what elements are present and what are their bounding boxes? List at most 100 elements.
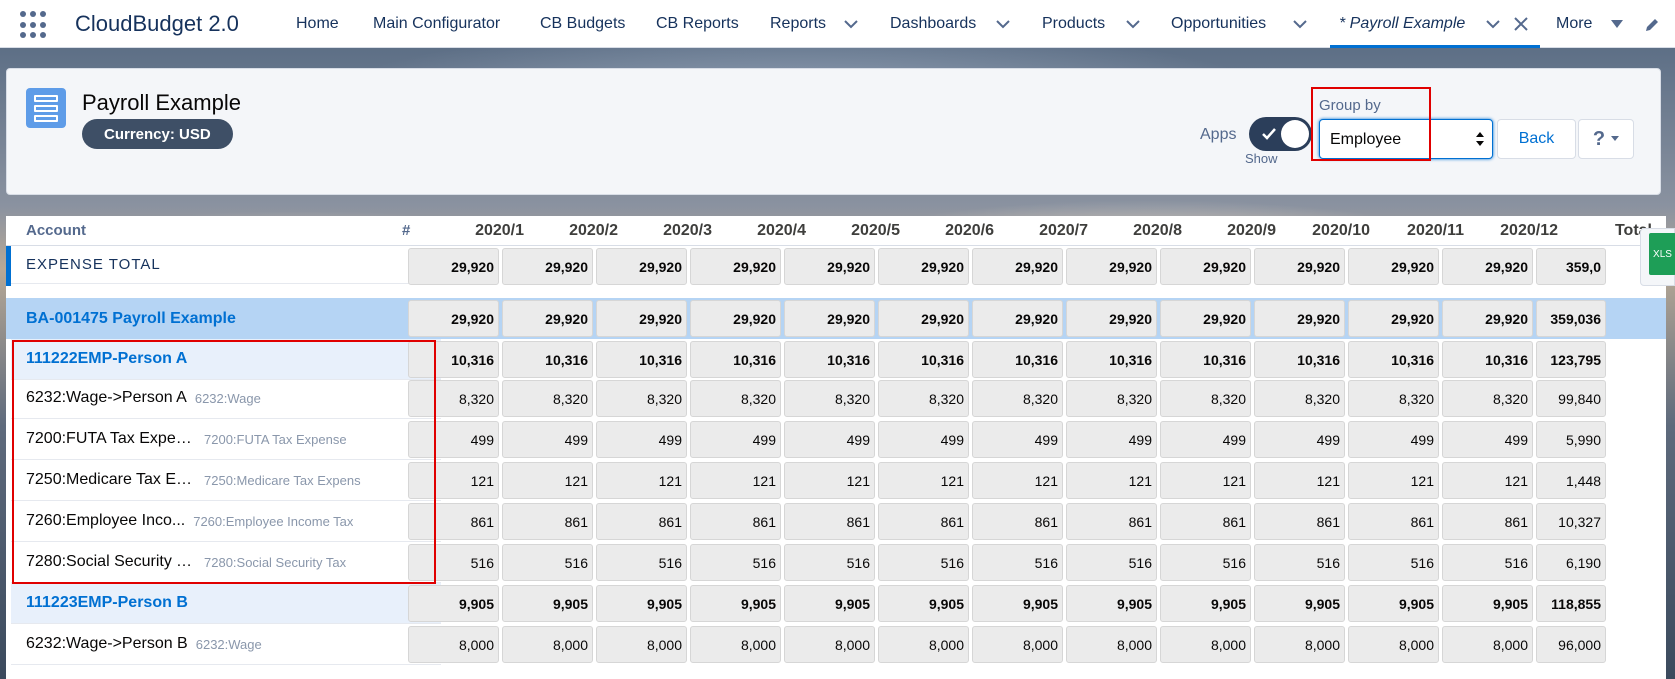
grid-row[interactable]: 7280:Social Security T... 7280:Social Sec…	[6, 542, 1666, 583]
value-cell[interactable]: 9,905	[1066, 585, 1157, 622]
value-cell[interactable]: 8,000	[1254, 626, 1345, 663]
total-cell[interactable]: 123,795	[1536, 341, 1606, 378]
value-cell[interactable]: 10,316	[878, 341, 969, 378]
value-cell[interactable]: 10,316	[1442, 341, 1533, 378]
grid-row[interactable]: EXPENSE TOTAL 29,920 29,920 29,920 29,920 29,…	[6, 246, 1666, 285]
value-cell[interactable]: 8,000	[972, 626, 1063, 663]
value-cell[interactable]: 861	[878, 503, 969, 540]
more-dropdown-icon[interactable]	[1611, 18, 1623, 30]
value-cell[interactable]: 861	[408, 503, 499, 540]
value-cell[interactable]: 8,320	[1160, 380, 1251, 417]
grid-row[interactable]: BA-001475 Payroll Example1.129,92029,920…	[6, 298, 1666, 339]
nav-opportunities[interactable]: Opportunities	[1171, 15, 1266, 33]
value-cell[interactable]: 861	[972, 503, 1063, 540]
chevron-down-icon[interactable]	[1483, 14, 1503, 34]
value-cell[interactable]: 499	[1254, 421, 1345, 458]
value-cell[interactable]: 10,316	[1348, 341, 1439, 378]
back-button[interactable]: Back	[1497, 119, 1576, 159]
value-cell[interactable]: 9,905	[596, 585, 687, 622]
value-cell[interactable]: 121	[502, 462, 593, 499]
app-launcher-icon[interactable]	[20, 11, 48, 39]
grid-row[interactable]: 7250:Medicare Tax Ex... 7250:Medicare Tax…	[6, 460, 1666, 501]
value-cell[interactable]: 29,920	[502, 248, 593, 285]
value-cell[interactable]: 8,000	[596, 626, 687, 663]
value-cell[interactable]: 10,316	[784, 341, 875, 378]
nav-cb-reports[interactable]: CB Reports	[656, 15, 739, 33]
value-cell[interactable]: 8,000	[1442, 626, 1533, 663]
value-cell[interactable]: 499	[502, 421, 593, 458]
value-cell[interactable]: 9,905	[1442, 585, 1533, 622]
value-cell[interactable]: 8,000	[878, 626, 969, 663]
help-button[interactable]: ?	[1578, 119, 1634, 159]
value-cell[interactable]: 29,920	[1066, 300, 1157, 337]
value-cell[interactable]: 29,920	[878, 300, 969, 337]
value-cell[interactable]: 10,316	[972, 341, 1063, 378]
value-cell[interactable]: 9,905	[972, 585, 1063, 622]
value-cell[interactable]: 516	[1066, 544, 1157, 581]
value-cell[interactable]: 29,920	[784, 300, 875, 337]
value-cell[interactable]: 29,920	[502, 300, 593, 337]
value-cell[interactable]: 29,920	[1066, 248, 1157, 285]
account-cell[interactable]: 111223EMP-Person B	[11, 583, 441, 624]
value-cell[interactable]: 8,000	[1066, 626, 1157, 663]
value-cell[interactable]: 8,320	[784, 380, 875, 417]
value-cell[interactable]: 10,316	[408, 341, 499, 378]
grid-row[interactable]: 7260:Employee Inco... 7260:Employee Incom…	[6, 501, 1666, 542]
value-cell[interactable]: 516	[408, 544, 499, 581]
total-cell[interactable]: 359,0	[1536, 248, 1606, 285]
value-cell[interactable]: 10,316	[690, 341, 781, 378]
chevron-down-icon[interactable]	[1123, 14, 1143, 34]
value-cell[interactable]: 8,000	[1348, 626, 1439, 663]
total-cell[interactable]: 359,036	[1536, 300, 1606, 337]
nav-products[interactable]: Products	[1042, 15, 1105, 33]
total-cell[interactable]: 5,990	[1536, 421, 1606, 458]
grid-row[interactable]: 7200:FUTA Tax Expen... 7200:FUTA Tax Expe…	[6, 419, 1666, 460]
value-cell[interactable]: 29,920	[784, 248, 875, 285]
group-by-select[interactable]: Employee	[1319, 119, 1493, 159]
value-cell[interactable]: 29,920	[596, 248, 687, 285]
value-cell[interactable]: 121	[1066, 462, 1157, 499]
value-cell[interactable]: 499	[1160, 421, 1251, 458]
value-cell[interactable]: 516	[690, 544, 781, 581]
apps-toggle[interactable]	[1249, 117, 1312, 151]
value-cell[interactable]: 516	[502, 544, 593, 581]
value-cell[interactable]: 10,316	[1254, 341, 1345, 378]
value-cell[interactable]: 8,320	[878, 380, 969, 417]
value-cell[interactable]: 29,920	[408, 248, 499, 285]
nav-dashboards[interactable]: Dashboards	[890, 15, 976, 33]
edit-pencil-icon[interactable]	[1643, 16, 1661, 34]
value-cell[interactable]: 10,316	[1160, 341, 1251, 378]
nav-reports[interactable]: Reports	[770, 15, 826, 33]
value-cell[interactable]: 8,000	[784, 626, 875, 663]
value-cell[interactable]: 121	[878, 462, 969, 499]
total-cell[interactable]: 1,448	[1536, 462, 1606, 499]
value-cell[interactable]: 861	[784, 503, 875, 540]
value-cell[interactable]: 29,920	[972, 300, 1063, 337]
value-cell[interactable]: 121	[596, 462, 687, 499]
account-name[interactable]: 111223EMP-Person B	[26, 594, 188, 612]
value-cell[interactable]: 8,320	[1066, 380, 1157, 417]
value-cell[interactable]: 499	[1348, 421, 1439, 458]
value-cell[interactable]: 516	[878, 544, 969, 581]
value-cell[interactable]: 516	[784, 544, 875, 581]
value-cell[interactable]: 8,320	[408, 380, 499, 417]
chevron-down-icon[interactable]	[841, 14, 861, 34]
value-cell[interactable]: 8,000	[690, 626, 781, 663]
value-cell[interactable]: 29,920	[1160, 300, 1251, 337]
grid-row[interactable]: 6232:Wage->Person A6232:Wage1.38,3208,32…	[6, 378, 1666, 419]
account-cell[interactable]: 111222EMP-Person A	[11, 339, 441, 380]
value-cell[interactable]: 121	[690, 462, 781, 499]
account-name[interactable]: 111222EMP-Person A	[26, 350, 187, 368]
value-cell[interactable]: 516	[1254, 544, 1345, 581]
value-cell[interactable]: 861	[1160, 503, 1251, 540]
value-cell[interactable]: 499	[878, 421, 969, 458]
value-cell[interactable]: 9,905	[408, 585, 499, 622]
value-cell[interactable]: 29,920	[690, 300, 781, 337]
grid-row[interactable]: 111223EMP-Person B2.19,9059,9059,9059,90…	[6, 583, 1666, 624]
chevron-down-icon[interactable]	[993, 14, 1013, 34]
value-cell[interactable]: 861	[1254, 503, 1345, 540]
value-cell[interactable]: 8,320	[1348, 380, 1439, 417]
value-cell[interactable]: 29,920	[1442, 300, 1533, 337]
value-cell[interactable]: 861	[1348, 503, 1439, 540]
value-cell[interactable]: 8,320	[502, 380, 593, 417]
